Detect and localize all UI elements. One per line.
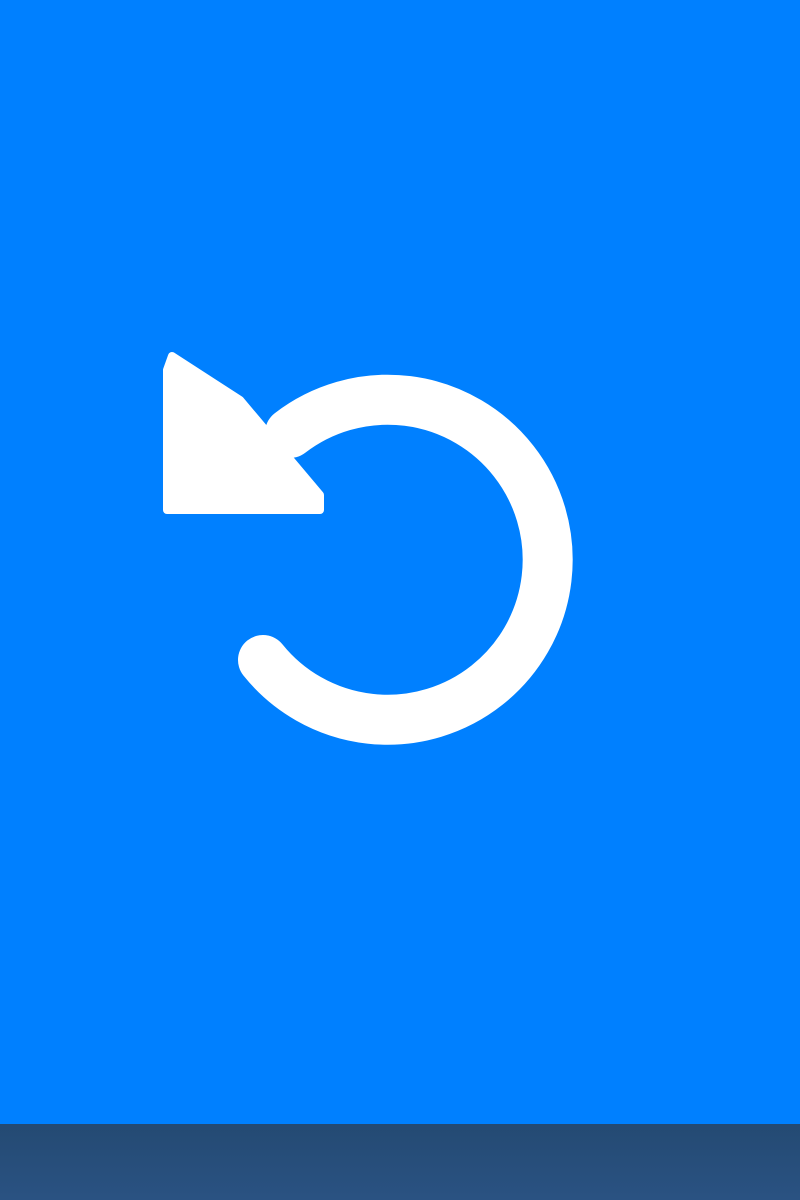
bottom-strip — [0, 1124, 800, 1200]
screenshot-frame — [0, 0, 800, 1200]
undo-button[interactable] — [0, 0, 800, 1124]
undo-button-background — [0, 0, 800, 1124]
undo-icon — [0, 0, 800, 1124]
